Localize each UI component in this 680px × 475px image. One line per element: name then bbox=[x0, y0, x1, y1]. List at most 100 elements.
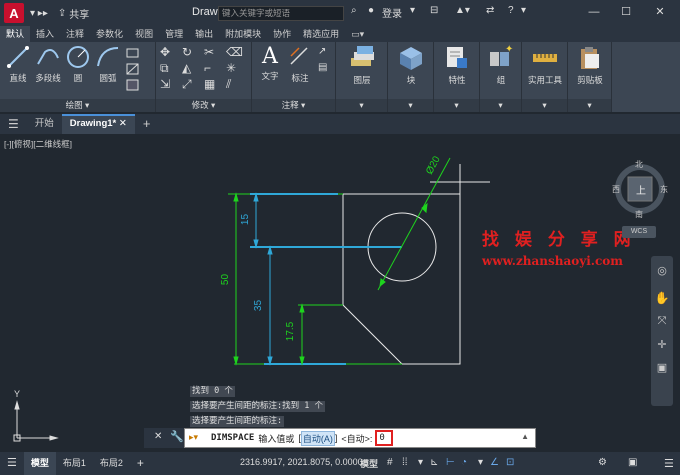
tab-collaborate[interactable]: 协作 bbox=[267, 26, 297, 42]
command-line-handle[interactable]: ✕ 🔧 bbox=[144, 428, 184, 448]
group-dropdown-icon[interactable]: ▾ bbox=[480, 99, 521, 112]
copy-icon[interactable]: ⧉ bbox=[160, 61, 174, 75]
signin-dropdown-icon[interactable]: ▾ bbox=[410, 5, 415, 16]
viewcube-south[interactable]: 南 bbox=[635, 209, 643, 220]
help-button[interactable]: ? bbox=[508, 5, 514, 16]
workspace-icon[interactable]: ▣ bbox=[628, 457, 637, 468]
scale-icon[interactable]: ⤢ bbox=[182, 77, 196, 91]
arc-tool[interactable]: 圆弧 bbox=[94, 44, 122, 84]
model-space-button[interactable]: 模型 bbox=[360, 457, 378, 470]
full-navigation-wheel-icon[interactable]: ◎ bbox=[651, 264, 673, 277]
customize-command-icon[interactable]: 🔧 bbox=[170, 430, 184, 443]
zoom-extents-icon[interactable]: ⤧ bbox=[651, 315, 673, 328]
viewcube-north[interactable]: 北 bbox=[635, 159, 643, 170]
properties-dropdown-icon[interactable]: ▾ bbox=[434, 99, 479, 112]
group-panel[interactable]: ✦ 组 ▾ bbox=[480, 42, 522, 112]
table-icon[interactable]: ▤ bbox=[318, 62, 332, 76]
exchange-icon[interactable]: ⇄ bbox=[486, 5, 494, 16]
object-snap-tracking-icon[interactable]: ∠ bbox=[490, 457, 499, 468]
layout-menu-icon[interactable]: ☰ bbox=[0, 452, 24, 475]
fillet-icon[interactable]: ⌐ bbox=[204, 61, 218, 75]
command-option-auto[interactable]: 自动(A) bbox=[300, 430, 335, 446]
annotation-panel-label[interactable]: 注释 ▾ bbox=[252, 99, 335, 112]
layers-panel[interactable]: 图层 ▾ bbox=[336, 42, 388, 112]
showmotion-icon[interactable]: ▣ bbox=[651, 361, 673, 374]
tab-drawing1[interactable]: Drawing1* ✕ bbox=[61, 114, 135, 134]
tab-insert[interactable]: 插入 bbox=[30, 26, 60, 42]
tab-view[interactable]: 视图 bbox=[129, 26, 159, 42]
properties-panel[interactable]: 特性 ▾ bbox=[434, 42, 480, 112]
tab-output[interactable]: 输出 bbox=[189, 26, 219, 42]
clipboard-panel[interactable]: 剪贴板 ▾ bbox=[568, 42, 612, 112]
viewcube-top[interactable]: 上 bbox=[636, 182, 646, 197]
text-tool[interactable]: A 文字 bbox=[256, 44, 284, 82]
command-history-toggle-icon[interactable]: ▲ bbox=[521, 432, 529, 441]
dimension-tool[interactable]: 标注 bbox=[286, 44, 314, 84]
search-icon[interactable]: ⌕ bbox=[351, 5, 357, 16]
tab-addins[interactable]: 附加模块 bbox=[219, 26, 267, 42]
offset-icon[interactable]: ⫽ bbox=[226, 77, 240, 91]
hatch-icon[interactable] bbox=[126, 62, 140, 76]
close-button[interactable]: ✕ bbox=[650, 4, 670, 20]
menu-icon[interactable]: ☰ bbox=[0, 114, 27, 134]
tab-layout2[interactable]: 布局2 bbox=[93, 452, 130, 475]
dynamic-input-icon[interactable]: ⊾ bbox=[430, 457, 438, 468]
utilities-dropdown-icon[interactable]: ▾ bbox=[522, 99, 567, 112]
minimize-button[interactable]: — bbox=[584, 4, 604, 20]
ortho-icon[interactable]: ⊢ bbox=[446, 457, 455, 468]
new-tab-button[interactable]: + bbox=[135, 114, 159, 134]
viewcube-west[interactable]: 西 bbox=[612, 184, 620, 195]
boundary-icon[interactable] bbox=[126, 78, 140, 92]
stretch-icon[interactable]: ⇲ bbox=[160, 77, 174, 91]
orbit-icon[interactable]: ✛ bbox=[651, 338, 673, 351]
tab-start[interactable]: 开始 bbox=[27, 114, 62, 134]
array-icon[interactable]: ▦ bbox=[204, 77, 218, 91]
customization-icon[interactable]: ☰ bbox=[664, 457, 674, 470]
viewcube-east[interactable]: 东 bbox=[660, 184, 668, 195]
close-command-icon[interactable]: ✕ bbox=[154, 431, 162, 442]
add-layout-button[interactable]: + bbox=[130, 452, 151, 475]
infer-constraints-icon[interactable]: ▾ bbox=[418, 457, 423, 468]
polyline-tool[interactable]: 多段线 bbox=[32, 44, 64, 84]
block-panel[interactable]: 块 ▾ bbox=[388, 42, 434, 112]
explode-icon[interactable]: ✳ bbox=[226, 61, 240, 75]
autodesk-a360-icon[interactable]: ▲▾ bbox=[455, 5, 470, 16]
share-button[interactable]: ⇪ 共享 bbox=[58, 6, 89, 21]
tab-model[interactable]: 模型 bbox=[23, 452, 56, 475]
command-input[interactable]: 0 bbox=[375, 430, 394, 446]
tab-parametric[interactable]: 参数化 bbox=[90, 26, 129, 42]
grid-icon[interactable]: # bbox=[387, 457, 393, 468]
isodraft-icon[interactable]: ▾ bbox=[478, 457, 483, 468]
tab-layout1[interactable]: 布局1 bbox=[56, 452, 93, 475]
circle-tool[interactable]: 圆 bbox=[64, 44, 92, 84]
move-icon[interactable]: ✥ bbox=[160, 45, 174, 59]
command-line[interactable]: ▸▾ DIMSPACE 输入值或 [ 自动(A) ] <自动>: 0 ▲ bbox=[184, 428, 536, 448]
mirror-icon[interactable]: ◭ bbox=[182, 61, 196, 75]
close-tab-icon[interactable]: ✕ bbox=[119, 118, 127, 129]
search-input[interactable]: 键入关键字或短语 bbox=[218, 6, 344, 21]
layers-dropdown-icon[interactable]: ▾ bbox=[336, 99, 387, 112]
rotate-icon[interactable]: ↻ bbox=[182, 45, 196, 59]
block-dropdown-icon[interactable]: ▾ bbox=[388, 99, 433, 112]
modify-panel-label[interactable]: 修改 ▾ bbox=[156, 99, 251, 112]
cursor-coordinates[interactable]: 2316.9917, 2021.8075, 0.0000 bbox=[240, 457, 363, 467]
polar-icon[interactable]: ◔ bbox=[461, 457, 467, 468]
store-icon[interactable]: ⊟ bbox=[430, 5, 438, 16]
draw-panel-label[interactable]: 绘图 ▾ bbox=[0, 99, 155, 112]
object-snap-icon[interactable]: ⊡ bbox=[506, 457, 514, 468]
app-logo[interactable]: A bbox=[4, 3, 24, 23]
tab-annotate[interactable]: 注释 bbox=[60, 26, 90, 42]
line-tool[interactable]: 直线 bbox=[4, 44, 32, 84]
erase-icon[interactable]: ⌫ bbox=[226, 45, 243, 59]
tab-manage[interactable]: 管理 bbox=[159, 26, 189, 42]
tab-featured-apps[interactable]: 精选应用 bbox=[297, 26, 345, 42]
tab-default[interactable]: 默认 bbox=[0, 26, 31, 42]
clipboard-dropdown-icon[interactable]: ▾ bbox=[568, 99, 611, 112]
rectangle-icon[interactable] bbox=[126, 46, 140, 60]
help-dropdown-icon[interactable]: ▾ bbox=[521, 5, 526, 16]
ribbon-toggle-icon[interactable]: ▭▾ bbox=[345, 26, 370, 42]
quick-access-toolbar[interactable]: ▾ ▸▸ bbox=[30, 8, 48, 19]
maximize-button[interactable]: ☐ bbox=[616, 4, 636, 20]
wcs-menu[interactable]: WCS bbox=[622, 226, 656, 238]
utilities-panel[interactable]: 实用工具 ▾ bbox=[522, 42, 568, 112]
